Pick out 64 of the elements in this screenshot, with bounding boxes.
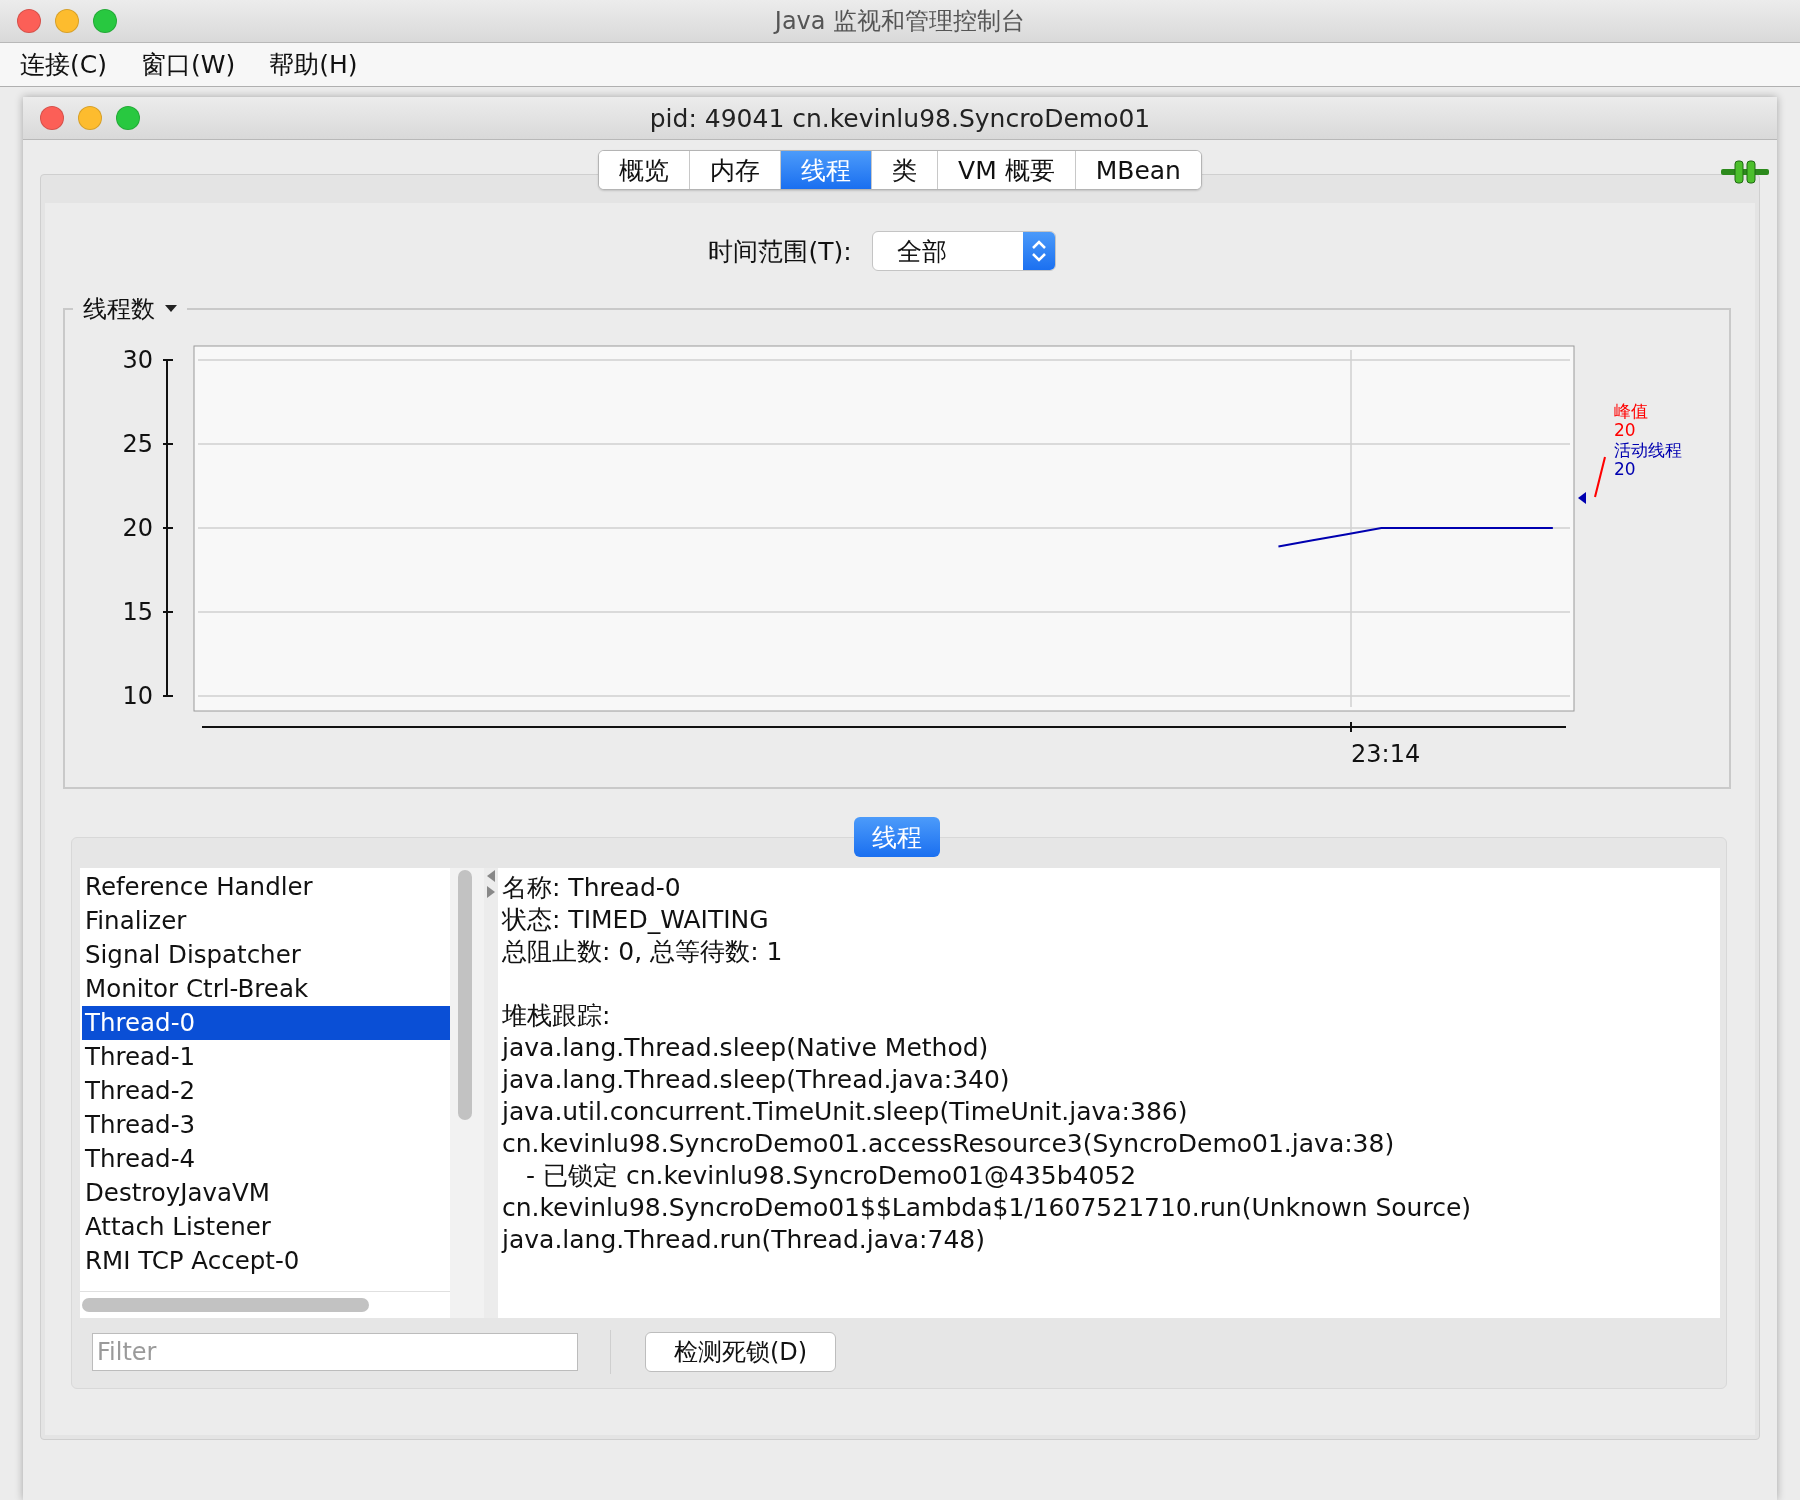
thread-list-item[interactable]: Attach Listener [82, 1210, 450, 1244]
legend-label: 活动线程 [1614, 440, 1682, 460]
detect-deadlock-button[interactable]: 检测死锁(D) [645, 1332, 837, 1372]
lock-info-line: - 已锁定 cn.kevinlu98.SyncroDemo01@435b4052 [525, 1160, 1138, 1192]
y-tick-label: 20 [122, 514, 153, 542]
thread-list-item[interactable]: DestroyJavaVM [82, 1176, 450, 1210]
window-title: pid: 49041 cn.kevinlu98.SyncroDemo01 [648, 103, 1152, 133]
thread-info-line: 状态: TIMED_WAITING [502, 904, 770, 936]
thread-info-line: 堆栈跟踪: [502, 1000, 612, 1032]
legend-value: 20 [1614, 420, 1636, 440]
stack-frame-line: java.lang.Thread.run(Thread.java:748) [502, 1224, 986, 1256]
thread-list-item[interactable]: Thread-1 [82, 1040, 450, 1074]
menu-item[interactable]: 连接(C) [18, 48, 109, 81]
tab[interactable]: MBean [1074, 151, 1201, 189]
thread-list-item[interactable]: Finalizer [82, 904, 450, 938]
minimize-button[interactable] [78, 106, 102, 130]
horizontal-scrollbar[interactable] [82, 1298, 369, 1312]
window-title: Java 监视和管理控制台 [772, 6, 1027, 37]
y-tick-label: 10 [122, 682, 153, 710]
menu-item[interactable]: 帮助(H) [267, 48, 360, 81]
zoom-button[interactable] [93, 9, 117, 33]
tab[interactable]: 概览 [599, 151, 690, 189]
stack-frame-line: java.lang.Thread.sleep(Native Method) [502, 1032, 990, 1064]
y-tick-label: 30 [122, 346, 153, 374]
thread-list-item[interactable]: Thread-4 [82, 1142, 450, 1176]
filter-field[interactable]: Filter [92, 1333, 578, 1371]
threads-section-title[interactable]: 线程 [854, 817, 940, 857]
menu-item[interactable]: 窗口(W) [138, 48, 238, 81]
right-arrow-icon[interactable] [486, 886, 496, 898]
stack-frame-line: cn.kevinlu98.SyncroDemo01.accessResource3(SyncroDemo01.java:38) [502, 1128, 1396, 1160]
y-tick-label: 25 [122, 430, 153, 458]
tab[interactable]: 类 [871, 151, 938, 189]
chart-title: 线程数 [83, 294, 155, 325]
thread-info-line: 名称: Thread-0 [502, 872, 682, 904]
stack-frame-line: cn.kevinlu98.SyncroDemo01$$Lambda$1/1607521710.run(Unknown Source) [502, 1192, 1473, 1224]
thread-list-item[interactable]: Signal Dispatcher [82, 938, 450, 972]
left-arrow-icon[interactable] [486, 870, 496, 882]
zoom-button[interactable] [116, 106, 140, 130]
thread-info-line: 总阻止数: 0, 总等待数: 1 [502, 936, 784, 968]
tab[interactable]: 内存 [689, 151, 781, 189]
legend-label: 峰值 [1614, 401, 1648, 421]
close-button[interactable] [17, 9, 41, 33]
close-button[interactable] [40, 106, 64, 130]
peak-marker-line [1594, 456, 1606, 498]
stack-frame-line: java.util.concurrent.TimeUnit.sleep(TimeUnit.java:386) [502, 1096, 1189, 1128]
thread-list-item[interactable]: Thread-0 [82, 1006, 450, 1040]
dropdown-caret-icon[interactable] [165, 305, 177, 313]
stepper-icon [1022, 232, 1055, 270]
time-range-dropdown[interactable]: 全部 [871, 231, 1056, 271]
thread-list-item[interactable]: Monitor Ctrl-Break [82, 972, 450, 1006]
tab[interactable]: 线程 [780, 151, 872, 189]
legend-value: 20 [1614, 459, 1636, 479]
thread-list-item[interactable]: Reference Handler [82, 870, 450, 904]
y-tick-label: 15 [122, 598, 153, 626]
stack-frame-line: java.lang.Thread.sleep(Thread.java:340) [502, 1064, 1011, 1096]
thread-list-item[interactable]: Thread-3 [82, 1108, 450, 1142]
time-label: 23:14 [1351, 740, 1421, 768]
tab[interactable]: VM 概要 [937, 151, 1075, 189]
vertical-scrollbar[interactable] [458, 870, 472, 1120]
thread-list-item[interactable]: RMI TCP Accept-0 [82, 1244, 450, 1278]
time-range-label: 时间范围(T): [708, 235, 852, 268]
thread-list-item[interactable]: Thread-2 [82, 1074, 450, 1108]
minimize-button[interactable] [55, 9, 79, 33]
marker-arrow-icon [1578, 492, 1586, 504]
